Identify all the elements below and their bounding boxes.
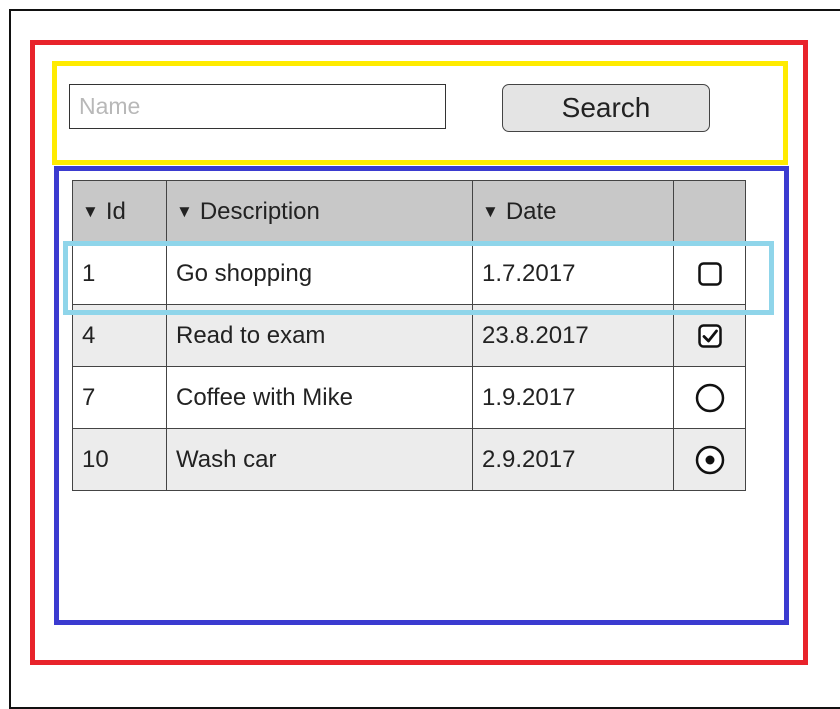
name-search-input[interactable] <box>69 84 446 129</box>
table-region-outline <box>54 166 789 625</box>
row-highlight-outline <box>63 241 774 315</box>
search-button[interactable]: Search <box>502 84 710 132</box>
